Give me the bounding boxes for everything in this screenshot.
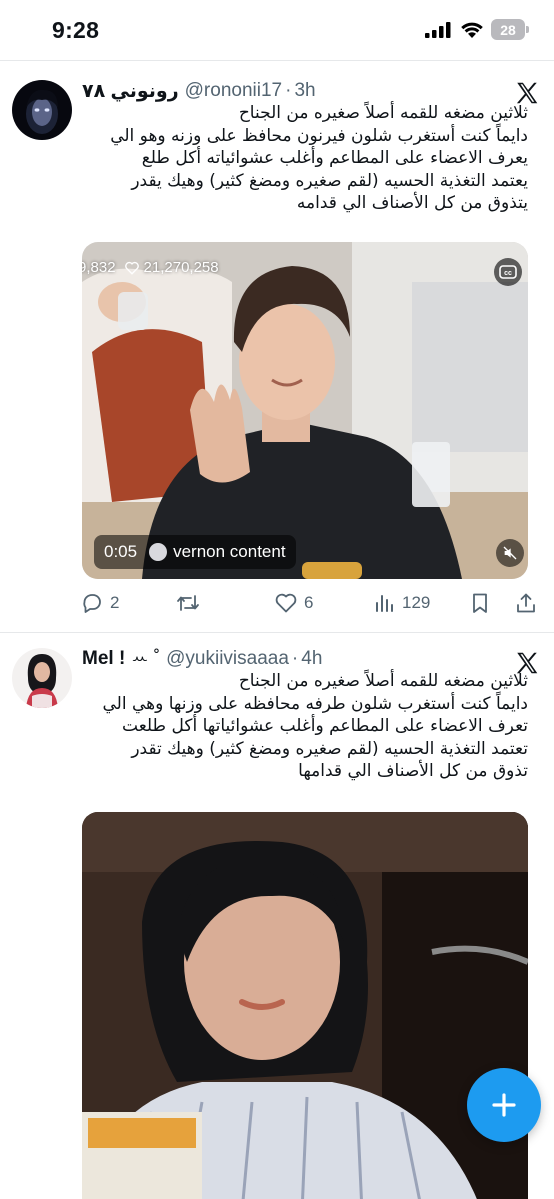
share-icon bbox=[517, 593, 535, 613]
battery-indicator: 28 bbox=[491, 19, 529, 40]
tweet-text-line: يتذوق من كل الأصناف الي قدامه bbox=[296, 193, 528, 214]
tweet-actions: 2 6 129 bbox=[80, 588, 540, 618]
tweet-text-line: يعرف الاعضاء على المطاعم وأغلب عشوائياته… bbox=[141, 148, 528, 169]
tweet-text: ثلاثين مضغه للقمه أصلاً صغيره من الجناح … bbox=[82, 670, 528, 783]
tweet-text-line: دايماً كنت أستغرب شلون طرفه محافظه على و… bbox=[102, 693, 528, 714]
reply-count: 2 bbox=[110, 593, 120, 612]
video-frame bbox=[82, 812, 528, 1199]
reply-icon bbox=[83, 594, 101, 613]
tweet-text-line: تذوق من كل الأصناف الي قدامها bbox=[298, 761, 528, 782]
share-button[interactable] bbox=[514, 588, 538, 618]
tweet-text: ثلاثين مضغه للقمه أصلاً صغيره من الجناح … bbox=[82, 102, 528, 215]
time-ago[interactable]: 3h bbox=[294, 80, 315, 102]
divider bbox=[0, 60, 554, 61]
status-bar: 9:28 28 bbox=[0, 0, 554, 60]
svg-text:cc: cc bbox=[504, 270, 512, 277]
video-duration: 0:05 bbox=[104, 542, 138, 561]
video-views-count: 9,832 bbox=[82, 259, 116, 276]
compose-plus-icon bbox=[492, 1093, 516, 1117]
like-count: 6 bbox=[304, 593, 314, 612]
views-button[interactable]: 129 bbox=[372, 588, 430, 618]
like-button[interactable]: 6 bbox=[274, 588, 313, 618]
tweet-text-line: ثلاثين مضغه للقمه أصلاً صغيره من الجناح bbox=[238, 671, 528, 691]
reply-button[interactable]: 2 bbox=[80, 588, 119, 618]
avatar[interactable] bbox=[12, 648, 72, 708]
status-time: 9:28 bbox=[52, 17, 100, 43]
handle[interactable]: @rononii17 bbox=[185, 80, 282, 102]
video-player[interactable]: 9,832 21,270,258 cc 0:05 vernon content bbox=[82, 242, 528, 579]
speaker-muted-icon bbox=[503, 546, 517, 560]
battery-cap bbox=[526, 26, 529, 33]
views-count: 129 bbox=[402, 593, 431, 612]
tweet-text-line: ثلاثين مضغه للقمه أصلاً صغيره من الجناح bbox=[238, 103, 528, 123]
views-icon bbox=[376, 595, 393, 612]
divider bbox=[0, 632, 554, 633]
display-name[interactable]: رونوني ٧٨ bbox=[82, 80, 179, 103]
video-info-pill: 0:05 vernon content bbox=[94, 535, 296, 569]
heart-outline-icon bbox=[124, 261, 139, 275]
heart-icon bbox=[275, 593, 297, 613]
repost-button[interactable] bbox=[176, 588, 200, 618]
closed-captions-button[interactable]: cc bbox=[494, 258, 522, 286]
bookmark-button[interactable] bbox=[468, 588, 492, 618]
video-source: vernon content bbox=[173, 542, 286, 561]
repost-icon bbox=[177, 595, 199, 611]
tweet-text-line: دايماً كنت أستغرب شلون فيرنون محافظ على … bbox=[110, 125, 528, 146]
wifi-icon bbox=[461, 22, 483, 38]
name-emoji: ꕀ ˚ bbox=[131, 648, 161, 669]
bookmark-icon bbox=[473, 593, 487, 613]
tweet-text-line: يعتمد التغذية الحسيه (لقم صغيره ومضغ كثي… bbox=[131, 170, 528, 191]
cellular-signal-icon bbox=[425, 22, 451, 38]
video-frame bbox=[82, 242, 528, 579]
compose-tweet-button[interactable] bbox=[467, 1068, 541, 1142]
separator-dot: · bbox=[291, 648, 299, 669]
source-avatar bbox=[149, 543, 168, 561]
tweet-text-line: تعتمد التغذية الحسيه (لقم صغيره ومضغ كثي… bbox=[131, 738, 528, 759]
video-likes-count: 21,270,258 bbox=[143, 259, 219, 276]
time-ago[interactable]: 4h bbox=[301, 648, 322, 670]
closed-captions-icon: cc bbox=[499, 265, 517, 279]
avatar[interactable] bbox=[12, 80, 72, 140]
video-stats: 9,832 21,270,258 bbox=[82, 259, 219, 276]
display-name[interactable]: Mel ! bbox=[82, 648, 125, 670]
video-player[interactable] bbox=[82, 812, 528, 1199]
battery-level: 28 bbox=[491, 19, 525, 40]
separator-dot: · bbox=[285, 80, 292, 101]
handle[interactable]: @yukiivisaaaa bbox=[166, 648, 289, 670]
mute-button[interactable] bbox=[496, 539, 524, 567]
tweet-text-line: تعرف الاعضاء على المطاعم وأغلب عشوائياته… bbox=[122, 716, 528, 737]
